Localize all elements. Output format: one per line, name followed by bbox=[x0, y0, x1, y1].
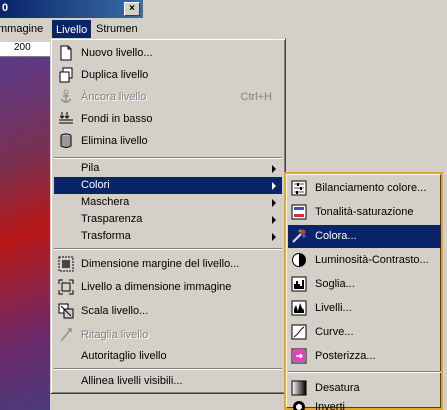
menu-item-crop-layer[interactable]: Ritaglia livello bbox=[54, 324, 282, 346]
merge-down-icon bbox=[58, 111, 74, 127]
scale-icon bbox=[58, 303, 74, 319]
menu-item-delete-layer[interactable]: Elimina livello bbox=[54, 130, 282, 152]
hue-saturation-icon bbox=[291, 204, 307, 220]
layer-to-image-icon bbox=[58, 279, 74, 295]
submenu-item-color-balance[interactable]: Bilanciamento colore... bbox=[288, 177, 441, 200]
curves-icon bbox=[291, 324, 307, 340]
colors-submenu: Bilanciamento colore... Tonalità-saturaz… bbox=[284, 172, 443, 410]
delete-icon bbox=[58, 133, 74, 149]
color-balance-icon bbox=[291, 180, 307, 196]
submenu-arrow-icon bbox=[272, 233, 276, 241]
submenu-item-threshold[interactable]: Soglia... bbox=[288, 273, 441, 296]
menu-item-mask[interactable]: Maschera bbox=[54, 194, 282, 211]
image-canvas[interactable] bbox=[0, 57, 50, 410]
horizontal-ruler: 200 bbox=[0, 42, 50, 57]
menu-item-layer-to-image-size[interactable]: Livello a dimensione immagine bbox=[54, 276, 282, 298]
brightness-contrast-icon bbox=[291, 252, 307, 268]
menu-separator bbox=[54, 157, 282, 159]
submenu-item-posterize[interactable]: Posterizza... bbox=[288, 345, 441, 368]
submenu-arrow-icon bbox=[272, 216, 276, 224]
menu-separator bbox=[288, 371, 441, 373]
levels-icon bbox=[291, 300, 307, 316]
submenu-item-curves[interactable]: Curve... bbox=[288, 321, 441, 344]
menu-immagine[interactable]: mmagine bbox=[0, 23, 43, 35]
layer-menu: Nuovo livello... Duplica livello Àncora … bbox=[50, 38, 286, 394]
close-button[interactable]: × bbox=[124, 2, 140, 16]
submenu-arrow-icon bbox=[272, 199, 276, 207]
menu-item-autocrop-layer[interactable]: Autoritaglio livello bbox=[54, 345, 282, 367]
menu-item-boundary-size[interactable]: Dimensione margine del livello... bbox=[54, 253, 282, 275]
menu-item-new-layer[interactable]: Nuovo livello... bbox=[54, 42, 282, 64]
menubar: mmagine Livello Strumen bbox=[0, 20, 143, 38]
menu-item-stack[interactable]: Pila bbox=[54, 160, 282, 177]
menu-item-merge-down[interactable]: Fondi in basso bbox=[54, 108, 282, 130]
crop-icon bbox=[58, 327, 74, 343]
menu-separator bbox=[54, 248, 282, 250]
desaturate-icon bbox=[291, 380, 307, 396]
menu-item-transform[interactable]: Trasforma bbox=[54, 228, 282, 245]
submenu-arrow-icon bbox=[272, 165, 276, 173]
submenu-item-hue-saturation[interactable]: Tonalità-saturazione bbox=[288, 201, 441, 224]
duplicate-icon bbox=[58, 67, 74, 83]
menu-item-anchor-layer[interactable]: Àncora livello Ctrl+H bbox=[54, 86, 282, 108]
new-layer-icon bbox=[58, 45, 74, 61]
submenu-arrow-icon bbox=[272, 182, 276, 190]
menu-item-scale-layer[interactable]: Scala livello... bbox=[54, 300, 282, 322]
window-titlebar: 0 × bbox=[0, 0, 143, 18]
submenu-item-colorize[interactable]: Colora... bbox=[288, 225, 441, 248]
menu-item-align-visible-layers[interactable]: Allinea livelli visibili... bbox=[54, 370, 282, 392]
invert-icon bbox=[291, 399, 307, 410]
colorize-icon bbox=[291, 228, 307, 244]
menu-item-transparency[interactable]: Trasparenza bbox=[54, 211, 282, 228]
submenu-item-brightness-contrast[interactable]: Luminosità-Contrasto... bbox=[288, 249, 441, 272]
submenu-item-invert[interactable]: Inverti bbox=[288, 396, 441, 410]
menu-item-colors[interactable]: Colori bbox=[54, 177, 282, 194]
ruler-tick-label: 200 bbox=[14, 42, 31, 53]
window-title: 0 bbox=[2, 2, 9, 14]
menu-item-duplicate-layer[interactable]: Duplica livello bbox=[54, 64, 282, 86]
anchor-icon bbox=[58, 89, 74, 105]
threshold-icon bbox=[291, 276, 307, 292]
posterize-icon bbox=[291, 348, 307, 364]
submenu-item-levels[interactable]: Livelli... bbox=[288, 297, 441, 320]
menu-livello[interactable]: Livello bbox=[52, 20, 92, 38]
boundary-size-icon bbox=[58, 256, 74, 272]
menu-strumenti[interactable]: Strumen bbox=[96, 23, 138, 35]
